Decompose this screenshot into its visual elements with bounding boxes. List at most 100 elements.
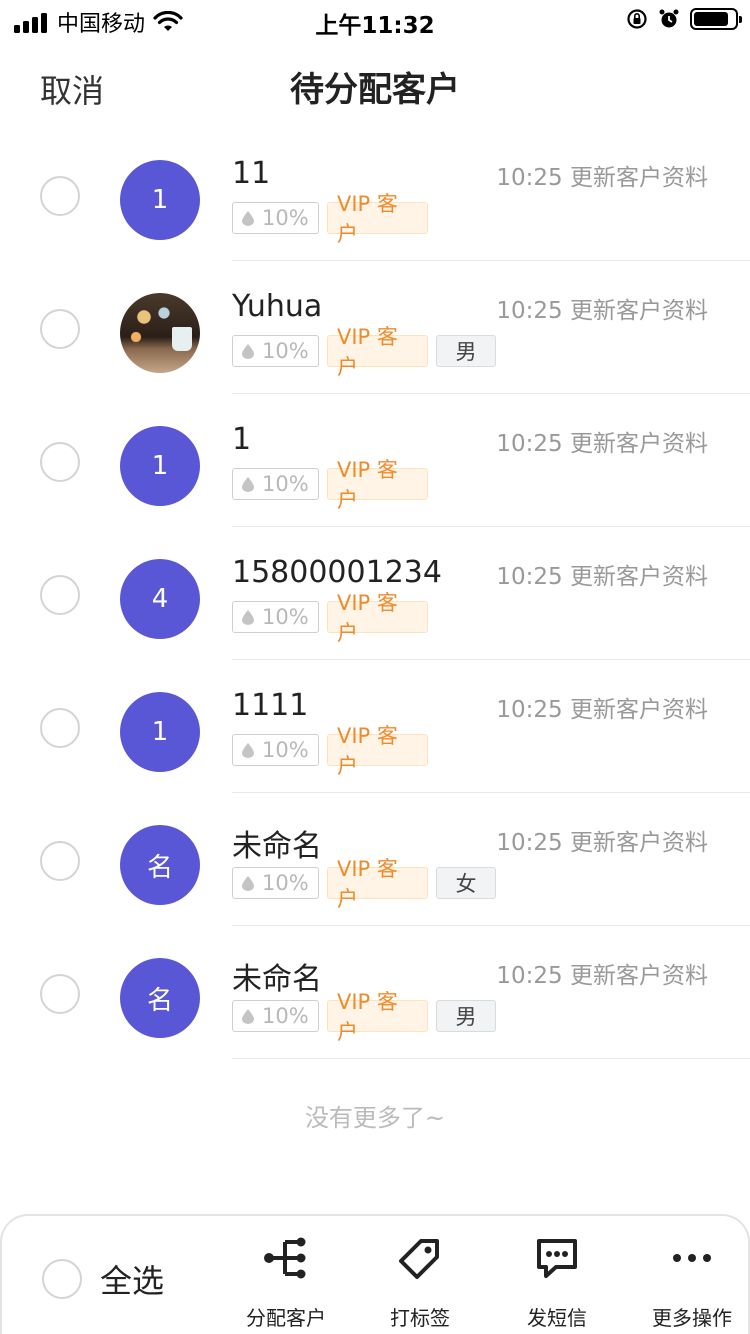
vip-tag: VIP 客户 — [327, 325, 428, 379]
update-time: 10:25 更新客户资料 — [496, 697, 708, 723]
customer-row[interactable]: 名未命名 10:25 更新客户资料 10% VIP 客户女 — [0, 793, 750, 926]
row-select-radio[interactable] — [40, 841, 80, 881]
customer-avatar — [120, 293, 200, 373]
update-time: 10:25 更新客户资料 — [496, 963, 708, 989]
customer-tags: 10% VIP 客户 — [232, 192, 428, 246]
gender-tag: 女 — [436, 867, 496, 899]
more-actions-button[interactable]: 更多操作 — [637, 1234, 747, 1331]
no-more-hint: 没有更多了~ — [304, 1104, 446, 1132]
customer-tags: 10% VIP 客户 — [232, 591, 428, 645]
battery-icon — [690, 8, 742, 30]
customer-row[interactable]: 1 1111 10:25 更新客户资料 10% VIP 客户 — [0, 660, 750, 793]
vip-tag: VIP 客户 — [327, 724, 428, 778]
avatar-photo-cup — [172, 327, 192, 351]
percent-tag: 10% — [232, 202, 319, 234]
water-drop-icon — [242, 210, 254, 226]
customer-row[interactable]: 4 15800001234 10:25 更新客户资料 10% VIP 客户 — [0, 527, 750, 660]
water-drop-icon — [242, 1008, 254, 1024]
percent-value: 10% — [262, 738, 309, 762]
gender-tag: 男 — [436, 335, 496, 367]
water-drop-icon — [242, 343, 254, 359]
customer-name: 1111 — [232, 688, 309, 723]
row-select-radio[interactable] — [40, 309, 80, 349]
customer-row[interactable]: 1 1 10:25 更新客户资料 10% VIP 客户 — [0, 394, 750, 527]
status-bar: 中国移动 上午11:32 — [0, 0, 750, 40]
customer-row[interactable]: Yuhua 10:25 更新客户资料 10% VIP 客户男 — [0, 261, 750, 394]
orientation-lock-icon — [627, 9, 647, 29]
vip-tag: VIP 客户 — [327, 458, 428, 512]
assign-customer-label: 分配客户 — [246, 1306, 326, 1330]
sms-icon — [537, 1239, 577, 1278]
row-divider — [232, 1058, 750, 1059]
vip-tag: VIP 客户 — [327, 591, 428, 645]
vip-tag: VIP 客户 — [327, 192, 428, 246]
customer-name: 11 — [232, 156, 271, 191]
customer-avatar: 1 — [120, 426, 200, 506]
select-all-label: 全选 — [100, 1262, 165, 1300]
percent-tag: 10% — [232, 468, 319, 500]
water-drop-icon — [242, 742, 254, 758]
more-actions-label: 更多操作 — [652, 1306, 732, 1330]
percent-value: 10% — [262, 605, 309, 629]
row-select-radio[interactable] — [40, 708, 80, 748]
row-select-radio[interactable] — [40, 442, 80, 482]
customer-list: 1 11 10:25 更新客户资料 10% VIP 客户 Yuhua 10:25 更新客户资… — [0, 128, 750, 1059]
page-title: 待分配客户 — [290, 70, 460, 110]
customer-tags: 10% VIP 客户男 — [232, 990, 496, 1044]
customer-tags: 10% VIP 客户 — [232, 724, 428, 778]
row-select-radio[interactable] — [40, 575, 80, 615]
customer-avatar: 4 — [120, 559, 200, 639]
customer-avatar: 1 — [120, 692, 200, 772]
percent-value: 10% — [262, 472, 309, 496]
percent-value: 10% — [262, 871, 309, 895]
update-time: 10:25 更新客户资料 — [496, 298, 708, 324]
vip-tag: VIP 客户 — [327, 990, 428, 1044]
customer-name: 未命名 — [232, 962, 322, 997]
percent-tag: 10% — [232, 601, 319, 633]
customer-name: Yuhua — [232, 289, 323, 324]
tag-label: 打标签 — [390, 1306, 450, 1330]
assign-icon — [264, 1237, 306, 1279]
customer-avatar: 名 — [120, 958, 200, 1038]
update-time: 10:25 更新客户资料 — [496, 564, 708, 590]
percent-tag: 10% — [232, 734, 319, 766]
alarm-icon — [659, 9, 679, 28]
row-select-radio[interactable] — [40, 974, 80, 1014]
gender-tag: 男 — [436, 1000, 496, 1032]
more-icon — [673, 1254, 711, 1262]
update-time: 10:25 更新客户资料 — [496, 431, 708, 457]
percent-tag: 10% — [232, 335, 319, 367]
customer-tags: 10% VIP 客户男 — [232, 325, 496, 379]
update-time: 10:25 更新客户资料 — [496, 830, 708, 856]
customer-tags: 10% VIP 客户 — [232, 458, 428, 512]
customer-name: 1 — [232, 422, 252, 457]
customer-name: 未命名 — [232, 829, 322, 864]
water-drop-icon — [242, 875, 254, 891]
customer-row[interactable]: 名未命名 10:25 更新客户资料 10% VIP 客户男 — [0, 926, 750, 1059]
battery-level — [694, 12, 728, 26]
bottom-toolbar: 全选 分配客户 打标签 发短信 更多操作 — [0, 1214, 750, 1334]
tag-button[interactable]: 打标签 — [365, 1234, 475, 1331]
customer-row[interactable]: 1 11 10:25 更新客户资料 10% VIP 客户 — [0, 128, 750, 261]
customer-avatar: 1 — [120, 160, 200, 240]
send-sms-button[interactable]: 发短信 — [502, 1234, 612, 1331]
navigation-bar: 取消 待分配客户 — [0, 50, 750, 120]
percent-value: 10% — [262, 339, 309, 363]
vip-tag: VIP 客户 — [327, 857, 428, 911]
send-sms-label: 发短信 — [527, 1306, 587, 1330]
water-drop-icon — [242, 476, 254, 492]
percent-tag: 10% — [232, 1000, 319, 1032]
percent-value: 10% — [262, 206, 309, 230]
select-all-radio[interactable] — [42, 1259, 82, 1299]
customer-avatar: 名 — [120, 825, 200, 905]
row-select-radio[interactable] — [40, 176, 80, 216]
tag-icon — [399, 1239, 439, 1279]
percent-tag: 10% — [232, 867, 319, 899]
customer-tags: 10% VIP 客户女 — [232, 857, 496, 911]
update-time: 10:25 更新客户资料 — [496, 165, 708, 191]
customer-name: 15800001234 — [232, 555, 442, 590]
water-drop-icon — [242, 609, 254, 625]
assign-customer-button[interactable]: 分配客户 — [231, 1234, 341, 1331]
percent-value: 10% — [262, 1004, 309, 1028]
select-all-toggle[interactable]: 全选 — [42, 1256, 164, 1302]
